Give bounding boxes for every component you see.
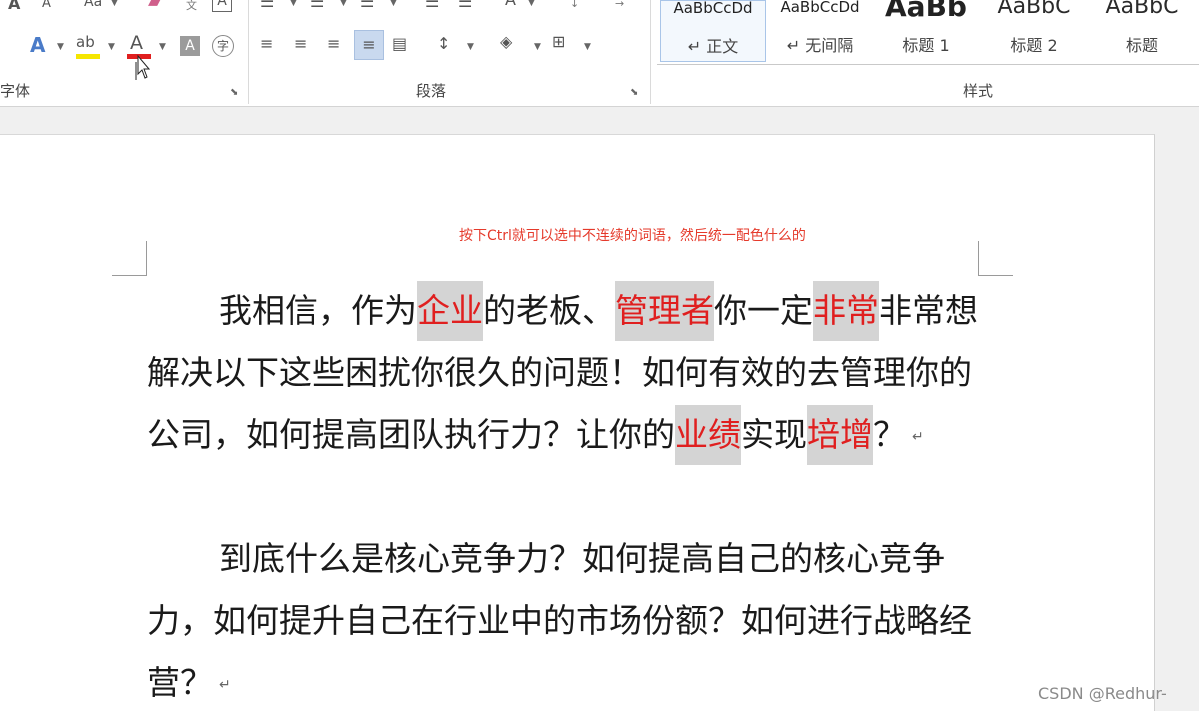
margin-corner-top-right [978, 241, 1013, 276]
style-no-spacing[interactable]: AaBbCcDd ↵ 无间隔 [767, 0, 873, 62]
bullets-icon[interactable]: ☰ [260, 0, 274, 12]
style-sample: AaBb [885, 0, 967, 23]
asian-layout-icon[interactable]: A [505, 0, 516, 10]
text-effects-icon[interactable]: A [30, 35, 45, 55]
style-sample: AaBbCcDd [780, 0, 860, 16]
selected-word[interactable]: 企业 [417, 281, 483, 341]
style-name: 标题 2 [1010, 36, 1058, 55]
show-marks-icon[interactable]: → [615, 0, 624, 14]
align-right-icon[interactable]: ≡ [327, 34, 340, 54]
font-dialog-launcher-icon[interactable]: ⬊ [230, 88, 240, 98]
shading-icon[interactable]: ◈ [500, 32, 512, 52]
ribbon: A A Aa ▼ ▰ 文 A A ▼ ab ▼ A ▼ A 字 字体 ⬊ ☰ ▼… [0, 0, 1199, 107]
selected-word[interactable]: 业绩 [675, 405, 741, 465]
align-center-icon[interactable]: ≡ [294, 34, 307, 54]
enclose-characters-icon[interactable]: 字 [212, 35, 234, 57]
shrink-font-icon[interactable]: A [42, 0, 51, 14]
borders-icon[interactable]: ⊞ [552, 32, 565, 52]
asian-layout-dropdown-icon[interactable]: ▼ [528, 0, 535, 8]
borders-dropdown-icon[interactable]: ▼ [584, 42, 591, 52]
style-title[interactable]: AaBbC 标题 [1089, 0, 1195, 62]
highlight-dropdown-icon[interactable]: ▼ [108, 42, 115, 52]
selected-word[interactable]: 非常 [813, 281, 879, 341]
decrease-indent-icon[interactable]: ☰ [425, 0, 439, 12]
change-case-dropdown-icon[interactable]: ▼ [111, 0, 118, 8]
annotation-text: 按下Ctrl就可以选中不连续的词语，然后统一配色什么的 [459, 228, 806, 244]
numbering-dropdown-icon[interactable]: ▼ [340, 0, 347, 8]
paragraph-1[interactable]: 我相信，作为企业的老板、管理者你一定非常非常想解决以下这些困扰你很久的问题！如何… [147, 280, 981, 468]
style-heading-2[interactable]: AaBbC 标题 2 [981, 0, 1087, 62]
justify-icon[interactable]: ≡ [354, 30, 384, 60]
paragraph-dialog-launcher-icon[interactable]: ⬊ [630, 88, 640, 98]
shading-dropdown-icon[interactable]: ▼ [534, 42, 541, 52]
grow-font-icon[interactable]: A [8, 0, 20, 14]
ribbon-separator [248, 0, 249, 104]
mouse-cursor-icon [135, 54, 150, 80]
text-run: 的老板、 [483, 291, 615, 330]
selected-word[interactable]: 培增 [807, 405, 873, 465]
styles-gallery: AaBbCcDd ↵ 正文 AaBbCcDd ↵ 无间隔 AaBb 标题 1 A… [657, 0, 1199, 65]
paragraph-mark-icon: ↵ [219, 676, 231, 693]
style-sample: AaBbC [997, 0, 1071, 19]
text-run: 实现 [741, 415, 807, 454]
change-case-icon[interactable]: Aa [84, 0, 102, 12]
style-name: 标题 1 [902, 36, 950, 55]
highlight-color-bar [76, 54, 100, 59]
text-effects-dropdown-icon[interactable]: ▼ [57, 42, 64, 52]
increase-indent-icon[interactable]: ☰ [458, 0, 472, 12]
sort-icon[interactable]: ↓ [570, 0, 579, 14]
distributed-icon[interactable]: ▤ [392, 34, 407, 54]
font-group-label: 字体 [0, 82, 31, 100]
character-border-icon[interactable]: A [212, 0, 232, 12]
style-heading-1[interactable]: AaBb 标题 1 [873, 0, 979, 62]
phonetic-guide-icon[interactable]: 文 [186, 0, 197, 16]
text-run: ？ [873, 415, 906, 454]
paragraph-group-label: 段落 [416, 82, 447, 100]
align-left-icon[interactable]: ≡ [260, 34, 273, 54]
clear-format-icon[interactable]: ▰ [148, 0, 160, 12]
style-normal[interactable]: AaBbCcDd ↵ 正文 [660, 0, 766, 62]
style-sample: AaBbC [1105, 0, 1179, 19]
highlight-icon[interactable]: ab [76, 32, 95, 52]
style-sample: AaBbCcDd [673, 0, 753, 17]
font-color-dropdown-icon[interactable]: ▼ [159, 42, 166, 52]
bullets-dropdown-icon[interactable]: ▼ [290, 0, 297, 8]
paragraph-mark-icon: ↵ [912, 428, 924, 445]
line-spacing-icon[interactable]: ↕ [437, 34, 450, 54]
watermark: CSDN @Redhur- [1038, 684, 1167, 703]
multilevel-dropdown-icon[interactable]: ▼ [390, 0, 397, 8]
text-run: 我相信，作为 [219, 291, 417, 330]
selected-word[interactable]: 管理者 [615, 281, 714, 341]
text-run: 你一定 [714, 291, 813, 330]
margin-corner-top-left [112, 241, 147, 276]
line-spacing-dropdown-icon[interactable]: ▼ [467, 42, 474, 52]
styles-group-label: 样式 [963, 82, 994, 100]
character-shading-icon[interactable]: A [180, 36, 200, 56]
paragraph-2[interactable]: 到底什么是核心竞争力？如何提高自己的核心竞争力，如何提升自己在行业中的市场份额？… [147, 528, 981, 716]
ribbon-separator [650, 0, 651, 104]
font-color-icon[interactable]: A [130, 33, 143, 53]
multilevel-list-icon[interactable]: ☰ [360, 0, 374, 12]
style-name: ↵ 正文 [687, 37, 739, 56]
numbering-icon[interactable]: ☰ [310, 0, 324, 12]
style-name: 标题 [1125, 36, 1158, 55]
text-run: 到底什么是核心竞争力？如何提高自己的核心竞争力，如何提升自己在行业中的市场份额？… [147, 539, 972, 702]
style-name: ↵ 无间隔 [786, 36, 854, 55]
